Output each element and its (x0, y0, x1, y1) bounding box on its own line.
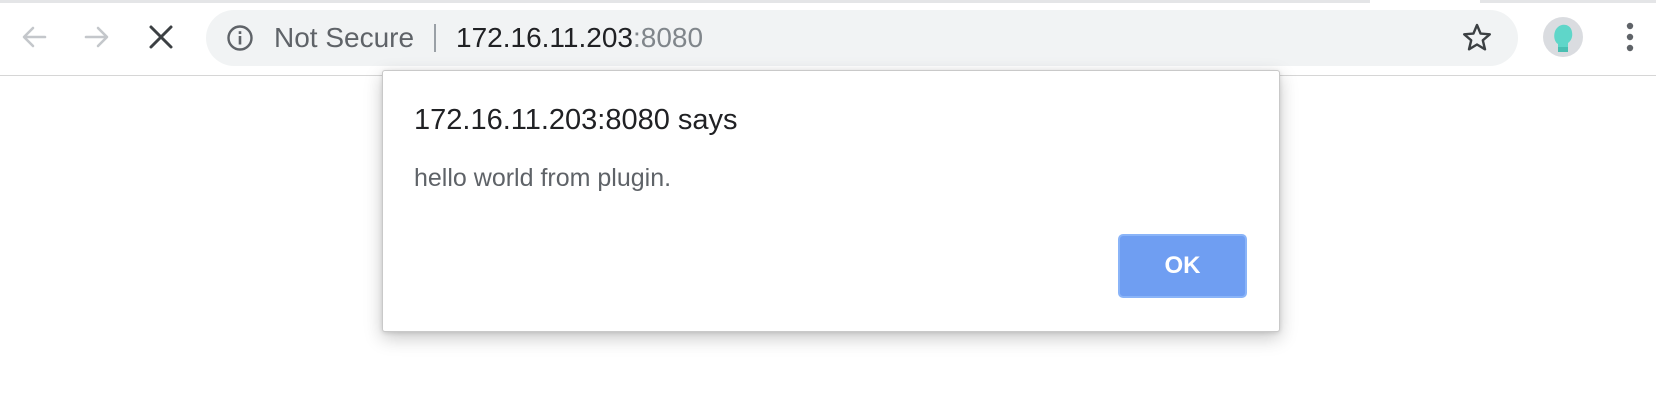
arrow-right-icon (84, 26, 109, 48)
url-text[interactable]: 172.16.11.203:8080 (456, 10, 703, 66)
avatar[interactable] (1543, 17, 1583, 57)
tab-strip-edge-right (1480, 0, 1656, 3)
security-indicator-label[interactable]: Not Secure (274, 10, 414, 66)
back-button[interactable] (12, 12, 56, 62)
dialog-message: hello world from plugin. (414, 164, 672, 192)
arrow-left-icon (22, 26, 47, 48)
forward-button[interactable] (75, 12, 119, 62)
address-bar[interactable]: Not Secure 172.16.11.203:8080 (206, 10, 1518, 66)
ok-button[interactable]: OK (1118, 234, 1247, 298)
dialog-title: 172.16.11.203:8080 says (414, 104, 738, 136)
profile-icon (1554, 24, 1573, 52)
more-vertical-icon[interactable] (1610, 17, 1650, 57)
info-icon[interactable] (226, 24, 254, 52)
star-icon[interactable] (1460, 21, 1494, 55)
omnibox-divider (434, 24, 436, 52)
stop-loading-button[interactable] (139, 12, 183, 62)
tab-strip-edge (0, 0, 1370, 3)
close-icon (149, 25, 173, 49)
browser-toolbar: Not Secure 172.16.11.203:8080 (0, 0, 1656, 76)
url-host: 172.16.11.203 (456, 22, 633, 53)
url-port: :8080 (632, 22, 704, 53)
alert-dialog: 172.16.11.203:8080 says hello world from… (382, 70, 1280, 332)
